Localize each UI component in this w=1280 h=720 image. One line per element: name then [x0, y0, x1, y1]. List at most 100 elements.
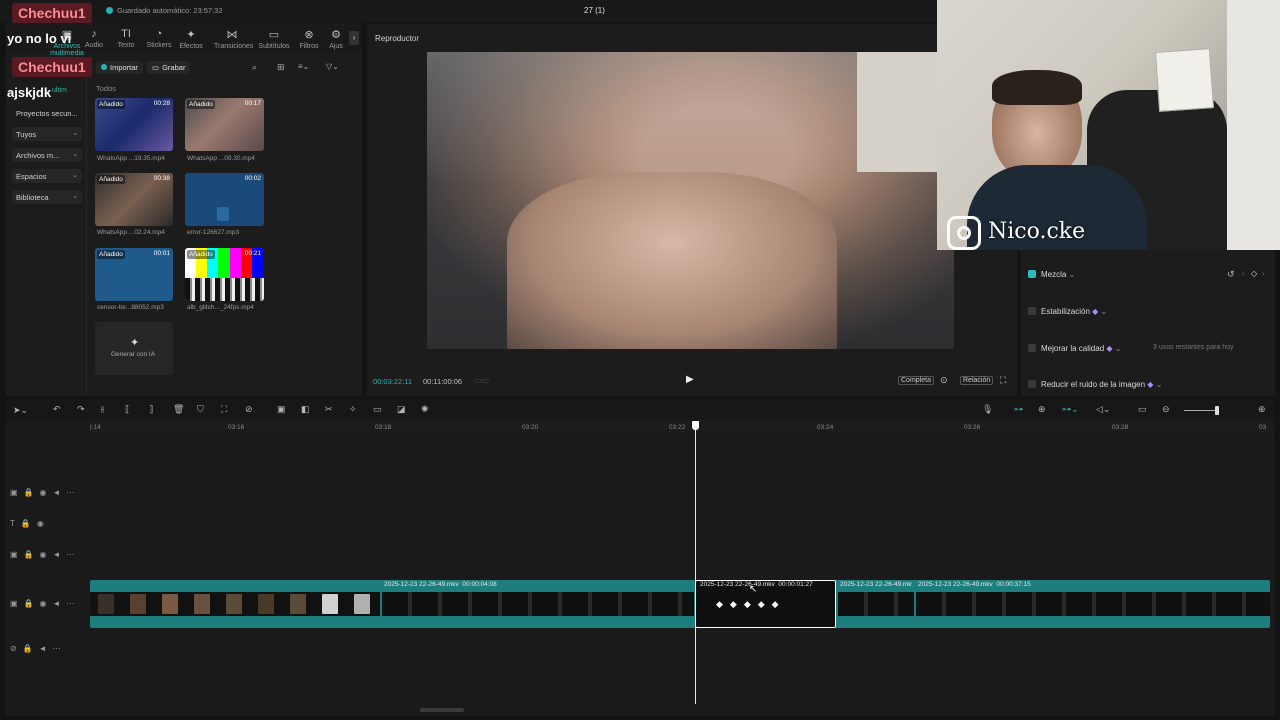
tab-audio[interactable]: ♪ Audio: [77, 28, 111, 49]
clip-film-1[interactable]: [90, 592, 380, 616]
media-item-3[interactable]: Añadido 00:38: [95, 173, 173, 226]
split-left-icon[interactable]: ⟦: [125, 404, 129, 415]
mirror-icon[interactable]: ◧: [301, 404, 310, 415]
blend-option[interactable]: Mezcla ⌄: [1028, 270, 1075, 279]
tab-text[interactable]: TI Texto: [109, 28, 143, 49]
sidebar-item-library[interactable]: Biblioteca ⌄: [12, 190, 82, 204]
volume-icon[interactable]: ◄: [53, 488, 67, 497]
crop-icon[interactable]: ⛶: [221, 404, 227, 415]
media-item-2[interactable]: Añadido 00:17: [185, 98, 264, 151]
speed-icon[interactable]: ◪: [397, 404, 406, 415]
volume-icon[interactable]: ◄: [53, 599, 67, 608]
volume-icon[interactable]: ◄: [39, 644, 53, 653]
redo-icon[interactable]: ↷: [77, 404, 85, 415]
zoom-out-icon[interactable]: ⊖: [1162, 404, 1170, 415]
tab-effects[interactable]: ✦ Efectos: [174, 28, 208, 50]
denoise-option[interactable]: Reducir el ruido de la imagen ◆ ⌄: [1028, 380, 1162, 389]
freeze-icon[interactable]: ▣: [277, 404, 286, 415]
more-icon[interactable]: ⋯: [66, 599, 80, 608]
sidebar-multimedia-label[interactable]: ultim: [52, 87, 67, 94]
project-title[interactable]: 27 (1): [584, 6, 605, 15]
eye-icon[interactable]: ◉: [40, 488, 53, 497]
media-item-4[interactable]: 00:02: [185, 173, 264, 226]
tab-transitions[interactable]: ⋈ Transiciones: [214, 28, 253, 50]
more-icon[interactable]: ⋯: [53, 644, 67, 653]
track-controls-1[interactable]: ▣🔒◉◄⋯: [10, 488, 80, 497]
checkbox-checked-icon[interactable]: [1028, 270, 1036, 278]
snapshot-icon[interactable]: ⊙: [940, 375, 948, 386]
reset-icon[interactable]: ↺: [1227, 269, 1235, 280]
media-item-5[interactable]: Añadido 00:01: [95, 248, 173, 301]
delete-icon[interactable]: 🗑: [173, 404, 184, 415]
checkbox-icon[interactable]: [1028, 380, 1036, 388]
sidebar-item-files[interactable]: Archivos m... ⌄: [12, 148, 82, 162]
split-icon[interactable]: ⫲: [101, 404, 104, 415]
lock-icon[interactable]: 🔒: [24, 599, 40, 608]
caption-icon[interactable]: ▭: [1138, 404, 1147, 415]
media-item-1[interactable]: Añadido 00:28: [95, 98, 173, 151]
track-controls-2[interactable]: ▣🔒◉◄⋯: [10, 550, 80, 559]
enhance-quality-option[interactable]: Mejorar la calidad ◆ ⌄: [1028, 344, 1121, 353]
snap-icon[interactable]: ◁⌄: [1096, 404, 1110, 415]
media-item-6[interactable]: Añadido 00:21: [185, 248, 264, 301]
split-right-icon[interactable]: ⟧: [149, 404, 153, 415]
zoom-slider-handle[interactable]: [1215, 406, 1219, 415]
select-tool-icon[interactable]: ➤⌄: [13, 405, 28, 416]
effect-icon[interactable]: ✺: [421, 404, 429, 415]
sidebar-item-spaces[interactable]: Espacios ⌄: [12, 169, 82, 183]
clip-film-2[interactable]: [382, 592, 694, 616]
sort-icon[interactable]: ≡⌄: [298, 62, 309, 71]
cutout-icon[interactable]: ✂: [325, 404, 333, 415]
playhead-handle[interactable]: [692, 421, 699, 430]
eye-icon[interactable]: ◉: [37, 519, 50, 528]
keyframe-prev-icon[interactable]: ‹: [1242, 269, 1245, 278]
zoom-fit-icon[interactable]: ⊕: [1258, 404, 1266, 415]
marker-icon[interactable]: ⛉: [197, 404, 204, 415]
lock-icon[interactable]: 🔒: [24, 488, 40, 497]
full-quality-button[interactable]: Completa: [898, 376, 934, 385]
tab-subtitles[interactable]: ▭ Subtítulos: [257, 28, 291, 50]
keyframe-next-icon[interactable]: ›: [1262, 269, 1265, 278]
zoom-slider[interactable]: [1184, 410, 1218, 411]
lock-icon[interactable]: 🔒: [24, 550, 40, 559]
checkbox-icon[interactable]: [1028, 344, 1036, 352]
stabilization-option[interactable]: Estabilización ◆ ⌄: [1028, 307, 1107, 316]
track-controls-audio[interactable]: ⊘🔒◄⋯: [10, 644, 67, 653]
auto-reframe-icon[interactable]: ⊘: [245, 404, 253, 415]
undo-icon[interactable]: ↶: [53, 404, 61, 415]
lock-icon[interactable]: 🔒: [21, 519, 37, 528]
preview-axis-icon[interactable]: ⊶⌄: [1062, 404, 1079, 415]
link-icon[interactable]: ⊕: [1038, 404, 1046, 415]
eye-icon[interactable]: ◉: [40, 550, 53, 559]
more-icon[interactable]: ⋯: [66, 488, 80, 497]
magic-icon[interactable]: ✧: [349, 404, 357, 415]
filter-all-label[interactable]: Todos: [96, 84, 116, 93]
volume-icon[interactable]: ◄: [53, 550, 67, 559]
checkbox-icon[interactable]: [1028, 307, 1036, 315]
import-button[interactable]: Importar: [96, 61, 143, 74]
tab-filters[interactable]: ⊗ Filtros: [292, 28, 326, 50]
record-button[interactable]: ▭ Grabar: [147, 61, 191, 74]
fullscreen-icon[interactable]: ⛶: [1000, 375, 1006, 386]
timecode-toggle-icon[interactable]: ▭▭: [474, 376, 489, 385]
sidebar-item-yours[interactable]: Tuyos ⌄: [12, 127, 82, 141]
microphone-icon[interactable]: 🎙: [982, 404, 993, 415]
clip-film-4[interactable]: [916, 592, 1270, 616]
subtitle-gen-icon[interactable]: ▭: [373, 404, 382, 415]
search-icon[interactable]: ⌕: [252, 62, 257, 73]
track-controls-text[interactable]: T🔒◉: [10, 519, 50, 528]
lock-icon[interactable]: 🔒: [23, 644, 39, 653]
keyframe-icon[interactable]: ◇: [1251, 269, 1257, 278]
timeline-scrollbar[interactable]: [420, 708, 464, 712]
eye-icon[interactable]: ◉: [40, 599, 53, 608]
tab-stickers[interactable]: ◔ Stickers: [142, 28, 176, 49]
more-icon[interactable]: ⋯: [66, 550, 80, 559]
generate-ai-button[interactable]: ✦ Generar con IA: [95, 322, 173, 375]
clip-film-3[interactable]: [838, 592, 914, 616]
aspect-ratio-button[interactable]: Relación: [960, 376, 994, 385]
magnet-icon[interactable]: ⊶: [1014, 404, 1023, 415]
tab-adjust[interactable]: ⚙ Ajus: [324, 28, 348, 50]
tabs-scroll-right-button[interactable]: ›: [349, 31, 359, 45]
preview-video[interactable]: [427, 52, 954, 349]
sidebar-item-projects[interactable]: Proyectos secun...: [12, 106, 82, 120]
